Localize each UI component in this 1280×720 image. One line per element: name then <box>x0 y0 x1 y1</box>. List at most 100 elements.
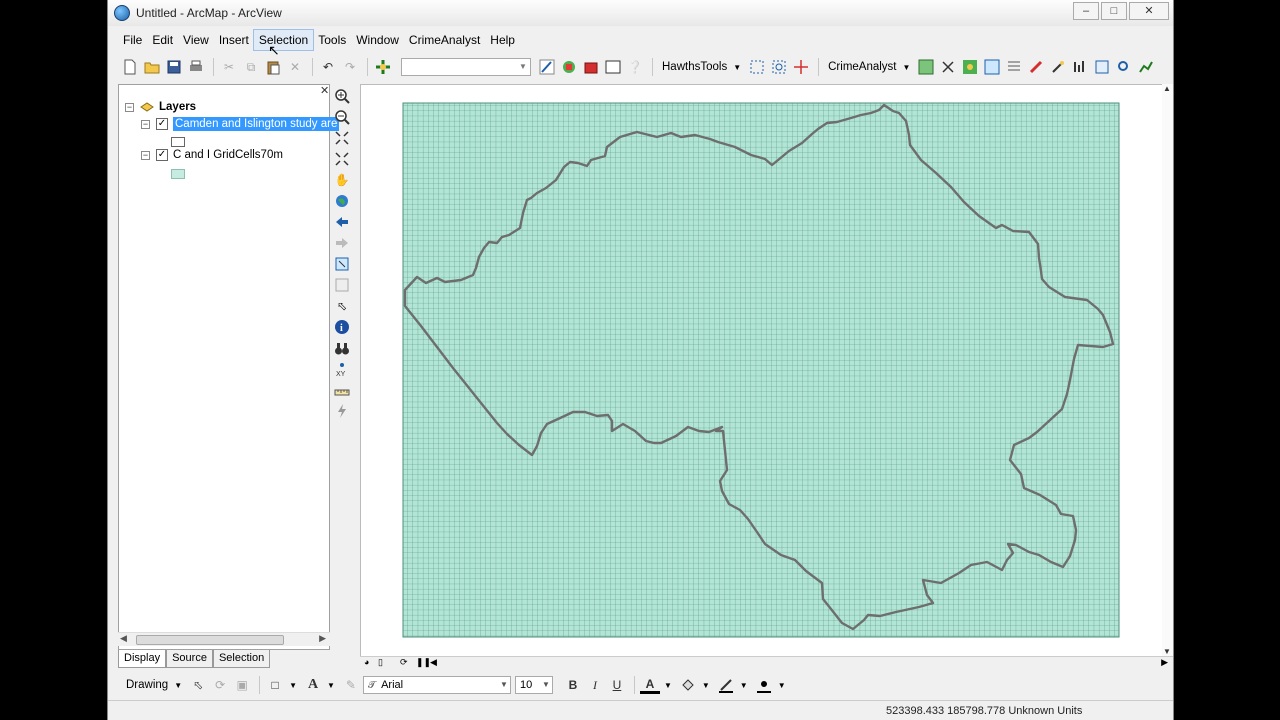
line-color-icon[interactable] <box>716 675 736 695</box>
undo-icon[interactable]: ↶ <box>318 57 338 77</box>
toc-root-row[interactable]: − Layers <box>125 101 196 113</box>
maximize-button[interactable]: □ <box>1101 2 1127 20</box>
crimeanalyst-toolbar-menu[interactable]: CrimeAnalyst <box>824 61 900 73</box>
italic-button[interactable]: I <box>585 675 605 695</box>
scroll-left-icon[interactable]: ◀ <box>430 657 437 668</box>
tab-source[interactable]: Source <box>166 650 213 668</box>
grid-cells-layer[interactable] <box>402 102 1120 638</box>
rotate-icon[interactable]: ⟳ <box>210 675 230 695</box>
identify-icon[interactable]: i <box>332 317 352 337</box>
layer-symbol-fill[interactable] <box>171 169 185 179</box>
zoom-to-selected-icon[interactable]: ▣ <box>232 675 252 695</box>
select-elements-arrow-icon[interactable]: ⬁ <box>332 296 352 316</box>
edit-vertices-icon[interactable]: ✎ <box>341 675 361 695</box>
layer-symbol-outline[interactable] <box>171 137 185 147</box>
open-folder-icon[interactable] <box>142 57 162 77</box>
layer-visibility-checkbox[interactable]: ✓ <box>156 149 168 161</box>
menu-insert[interactable]: Insert <box>214 30 254 50</box>
select-features-icon[interactable] <box>332 254 352 274</box>
toc-close-icon[interactable]: ✕ <box>320 84 329 97</box>
menu-window[interactable]: Window <box>351 30 404 50</box>
full-extent-globe-icon[interactable] <box>332 191 352 211</box>
toolbox-icon[interactable] <box>581 57 601 77</box>
whats-this-help-icon[interactable]: ❔ <box>625 57 645 77</box>
delete-icon[interactable]: ✕ <box>285 57 305 77</box>
refresh-view-icon[interactable]: ⟳ <box>400 657 408 668</box>
scrollbar-thumb[interactable] <box>136 635 284 645</box>
select-elements-icon[interactable]: ⬁ <box>188 675 208 695</box>
crime-search-icon[interactable] <box>1114 57 1134 77</box>
underline-button[interactable]: U <box>607 675 627 695</box>
fill-color-icon[interactable] <box>678 675 698 695</box>
font-name-combo[interactable]: 𝓣 Arial ▼ <box>362 676 511 694</box>
toc-layer-row[interactable]: − ✓ Camden and Islington study are <box>141 117 340 131</box>
tab-selection[interactable]: Selection <box>212 650 271 668</box>
crime-tools-icon[interactable] <box>1048 57 1068 77</box>
menu-file[interactable]: File <box>118 30 147 50</box>
map-canvas[interactable] <box>361 85 1163 657</box>
measure-icon[interactable] <box>332 380 352 400</box>
previous-extent-icon[interactable] <box>332 212 352 232</box>
hawths-zoom-icon[interactable] <box>769 57 789 77</box>
pause-drawing-icon[interactable]: ❚❚ <box>416 657 431 668</box>
scroll-left-icon[interactable]: ◀ <box>120 633 127 644</box>
crime-hotspot-icon[interactable] <box>960 57 980 77</box>
crime-graph-icon[interactable] <box>1136 57 1156 77</box>
data-view-icon[interactable]: ◕ <box>364 657 369 667</box>
layer-visibility-checkbox[interactable]: ✓ <box>156 118 168 130</box>
find-binoculars-icon[interactable] <box>332 338 352 358</box>
marker-color-icon[interactable] <box>754 675 774 695</box>
bold-button[interactable]: B <box>563 675 583 695</box>
crime-map-icon[interactable] <box>916 57 936 77</box>
print-icon[interactable] <box>186 57 206 77</box>
hyperlink-lightning-icon[interactable] <box>332 401 352 421</box>
zoom-out-icon[interactable] <box>332 107 352 127</box>
hawthstools-menu[interactable]: HawthsTools <box>658 61 731 73</box>
hawths-select-icon[interactable] <box>747 57 767 77</box>
menu-view[interactable]: View <box>178 30 214 50</box>
menu-edit[interactable]: Edit <box>147 30 178 50</box>
clear-selection-icon[interactable] <box>332 275 352 295</box>
zoom-in-icon[interactable] <box>332 86 352 106</box>
map-vertical-scrollbar[interactable]: ▲ ▼ <box>1162 84 1173 656</box>
redo-icon[interactable]: ↷ <box>340 57 360 77</box>
crime-table-icon[interactable] <box>1004 57 1024 77</box>
crime-list-icon[interactable] <box>1092 57 1112 77</box>
arctoolbox-icon[interactable] <box>559 57 579 77</box>
toc-layer-row[interactable]: − ✓ C and I GridCells70m <box>141 149 283 161</box>
collapse-icon[interactable]: − <box>141 119 150 129</box>
scroll-down-icon[interactable]: ▼ <box>1163 647 1171 656</box>
tab-display[interactable]: Display <box>118 650 167 668</box>
layout-view-icon[interactable]: ▯ <box>378 657 383 668</box>
go-to-xy-icon[interactable]: XY <box>332 359 352 379</box>
cut-icon[interactable]: ✂ <box>219 57 239 77</box>
menu-selection[interactable]: Selection <box>252 29 315 51</box>
font-color-button[interactable]: A <box>639 676 660 694</box>
drawing-menu[interactable]: Drawing <box>122 679 172 691</box>
editor-toolbar-icon[interactable] <box>537 57 557 77</box>
map-display[interactable] <box>360 84 1164 658</box>
fixed-zoom-out-icon[interactable] <box>332 149 352 169</box>
close-button[interactable]: ✕ <box>1129 2 1169 20</box>
crime-grid-icon[interactable] <box>982 57 1002 77</box>
scroll-right-icon[interactable]: ▶ <box>319 633 326 644</box>
layer-name-camden-islington[interactable]: Camden and Islington study are <box>173 117 340 131</box>
crime-network-icon[interactable] <box>938 57 958 77</box>
collapse-icon[interactable]: − <box>125 102 134 112</box>
map-scale-combo[interactable]: ▼ <box>401 58 531 76</box>
layer-name-grid-cells[interactable]: C and I GridCells70m <box>173 149 283 161</box>
copy-icon[interactable]: ⧉ <box>241 57 261 77</box>
add-data-icon[interactable] <box>373 57 393 77</box>
menu-tools[interactable]: Tools <box>313 30 351 50</box>
command-line-icon[interactable] <box>603 57 623 77</box>
toc-horizontal-scrollbar[interactable]: ◀ ▶ <box>118 632 330 646</box>
minimize-button[interactable]: – <box>1073 2 1099 20</box>
crime-bars-icon[interactable] <box>1070 57 1090 77</box>
hawths-crosshair-icon[interactable] <box>791 57 811 77</box>
next-extent-icon[interactable] <box>332 233 352 253</box>
scroll-up-icon[interactable]: ▲ <box>1163 84 1171 93</box>
rectangle-icon[interactable]: □ <box>265 675 285 695</box>
new-document-icon[interactable] <box>120 57 140 77</box>
font-size-combo[interactable]: 10 ▼ <box>514 676 553 694</box>
pan-hand-icon[interactable]: ✋ <box>332 170 352 190</box>
